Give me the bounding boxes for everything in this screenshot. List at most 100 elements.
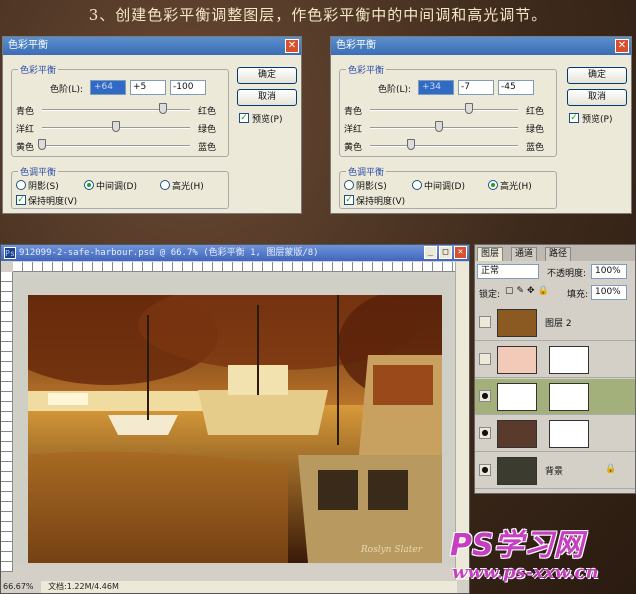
color-balance-dialog-highlights: 色彩平衡 ✕ 色彩平衡 色阶(L): +34 -7 -45 青色 红色 洋红 绿… xyxy=(330,36,632,214)
ok-button[interactable]: 确定 xyxy=(237,67,297,84)
highlights-radio[interactable] xyxy=(160,180,170,190)
ok-button[interactable]: 确定 xyxy=(567,67,627,84)
preview-checkbox[interactable]: ✓ xyxy=(569,113,579,123)
lock-icon: 🔒 xyxy=(605,464,617,474)
slider-left-label: 黄色 xyxy=(16,143,35,153)
dialog-title: 色彩平衡 xyxy=(336,40,376,51)
layer-thumbnail xyxy=(497,383,537,411)
visibility-eye-icon[interactable] xyxy=(479,316,491,328)
slider-track[interactable] xyxy=(42,109,190,111)
lock-label: 锁定: xyxy=(479,290,501,300)
layer-mask-thumbnail[interactable] xyxy=(549,346,589,374)
cyan-red-slider-thumb[interactable] xyxy=(465,103,474,114)
slider-track[interactable] xyxy=(42,145,190,147)
group-caption: 色彩平衡 xyxy=(346,63,387,76)
document-window: Ps 912099-2-safe-harbour.psd @ 66.7% (色彩… xyxy=(0,244,470,594)
opacity-input[interactable]: 100% xyxy=(591,264,627,279)
close-icon[interactable]: ✕ xyxy=(615,39,629,53)
midtones-radio[interactable] xyxy=(84,180,94,190)
slider-track[interactable] xyxy=(370,127,518,129)
magenta-green-slider-thumb[interactable] xyxy=(434,121,443,132)
slider-right-label: 红色 xyxy=(198,107,217,117)
tab-channels[interactable]: 通道 xyxy=(511,247,538,261)
document-titlebar[interactable]: Ps 912099-2-safe-harbour.psd @ 66.7% (色彩… xyxy=(1,245,469,261)
levels-label: 色阶(L): xyxy=(378,85,412,95)
shadows-radio[interactable] xyxy=(16,180,26,190)
level-yellow-blue-input[interactable]: -100 xyxy=(170,80,206,95)
yellow-blue-slider-thumb[interactable] xyxy=(406,139,415,150)
level-magenta-green-input[interactable]: +5 xyxy=(130,80,166,95)
cancel-button[interactable]: 取消 xyxy=(237,89,297,106)
yellow-blue-slider-thumb[interactable] xyxy=(38,139,46,150)
document-title: 912099-2-safe-harbour.psd @ 66.7% (色彩平衡 … xyxy=(19,248,319,258)
dialog-title: 色彩平衡 xyxy=(8,40,48,51)
site-logo: PS学习网 xyxy=(450,528,584,563)
layer-name: 图层 2 xyxy=(545,319,572,329)
opacity-label: 不透明度: xyxy=(547,269,587,279)
visibility-eye-icon[interactable]: ● xyxy=(479,464,491,476)
slider-right-label: 蓝色 xyxy=(526,143,545,153)
slider-track[interactable] xyxy=(370,145,518,147)
dialog-titlebar[interactable]: 色彩平衡 ✕ xyxy=(331,37,631,55)
photo-signature: Roslyn Slater xyxy=(360,545,422,555)
shadows-label: 阴影(S) xyxy=(356,182,387,192)
close-icon[interactable]: ✕ xyxy=(454,246,467,259)
highlights-label: 高光(H) xyxy=(172,182,204,192)
layer-row[interactable] xyxy=(475,342,635,378)
layer-thumbnail xyxy=(497,346,537,374)
color-balance-dialog-midtones: 色彩平衡 ✕ 色彩平衡 色阶(L): +64 +5 -100 青色 红色 洋红 … xyxy=(2,36,302,214)
zoom-status[interactable]: 66.67% xyxy=(3,582,34,591)
level-magenta-green-input[interactable]: -7 xyxy=(458,80,494,95)
minimize-icon[interactable]: _ xyxy=(424,246,437,259)
dialog-titlebar[interactable]: 色彩平衡 ✕ xyxy=(3,37,301,55)
layer-mask-thumbnail[interactable] xyxy=(549,383,589,411)
status-bar: 66.67% 文档:1.22M/4.46M xyxy=(1,581,151,593)
tab-paths[interactable]: 路径 xyxy=(545,247,572,261)
canvas-area[interactable]: Roslyn Slater xyxy=(15,275,455,565)
highlights-radio[interactable] xyxy=(488,180,498,190)
layer-row[interactable]: ● xyxy=(475,416,635,452)
layer-thumbnail xyxy=(497,420,537,448)
layer-thumbnail xyxy=(497,309,537,337)
maximize-icon[interactable]: □ xyxy=(439,246,452,259)
slider-right-label: 绿色 xyxy=(198,125,217,135)
slider-track[interactable] xyxy=(370,109,518,111)
layer-row[interactable]: ● xyxy=(475,379,635,415)
layer-row[interactable]: 图层 2 xyxy=(475,305,635,341)
layer-name: 背景 xyxy=(545,467,564,477)
magenta-green-slider-thumb[interactable] xyxy=(112,121,120,132)
slider-left-label: 洋红 xyxy=(16,125,35,135)
group-caption: 色彩平衡 xyxy=(18,63,59,76)
harbour-photo: Roslyn Slater xyxy=(28,295,442,563)
cyan-red-slider-thumb[interactable] xyxy=(159,103,168,114)
color-balance-group: 色彩平衡 色阶(L): +34 -7 -45 青色 红色 洋红 绿色 黄色 蓝色 xyxy=(339,63,557,157)
layer-row[interactable]: ● 背景 🔒 xyxy=(475,453,635,489)
blend-mode-select[interactable]: 正常 xyxy=(477,264,539,279)
preserve-luminosity-checkbox[interactable]: ✓ xyxy=(344,195,354,205)
document-size-status: 文档:1.22M/4.46M xyxy=(48,582,119,591)
slider-left-label: 青色 xyxy=(344,107,363,117)
visibility-eye-icon[interactable]: ● xyxy=(479,390,491,402)
level-cyan-red-input[interactable]: +64 xyxy=(90,80,126,95)
tone-balance-group: 色调平衡 阴影(S) 中间调(D) 高光(H) ✓ 保持明度(V) xyxy=(339,165,557,209)
slider-left-label: 黄色 xyxy=(344,143,363,153)
cancel-button[interactable]: 取消 xyxy=(567,89,627,106)
visibility-eye-icon[interactable]: ● xyxy=(479,427,491,439)
shadows-radio[interactable] xyxy=(344,180,354,190)
preserve-luminosity-checkbox[interactable]: ✓ xyxy=(16,195,26,205)
level-cyan-red-input[interactable]: +34 xyxy=(418,80,454,95)
layer-mask-thumbnail[interactable] xyxy=(549,420,589,448)
group-caption: 色调平衡 xyxy=(346,165,387,178)
midtones-radio[interactable] xyxy=(412,180,422,190)
harbour-image xyxy=(28,295,442,563)
level-yellow-blue-input[interactable]: -45 xyxy=(498,80,534,95)
visibility-eye-icon[interactable] xyxy=(479,353,491,365)
close-icon[interactable]: ✕ xyxy=(285,39,299,53)
shadows-label: 阴影(S) xyxy=(28,182,59,192)
slider-right-label: 绿色 xyxy=(526,125,545,135)
group-caption: 色调平衡 xyxy=(18,165,59,178)
preview-checkbox[interactable]: ✓ xyxy=(239,113,249,123)
fill-input[interactable]: 100% xyxy=(591,285,627,300)
lock-icons[interactable]: ▢✎✥🔒 xyxy=(505,286,552,296)
tab-layers[interactable]: 图层 xyxy=(477,247,504,261)
